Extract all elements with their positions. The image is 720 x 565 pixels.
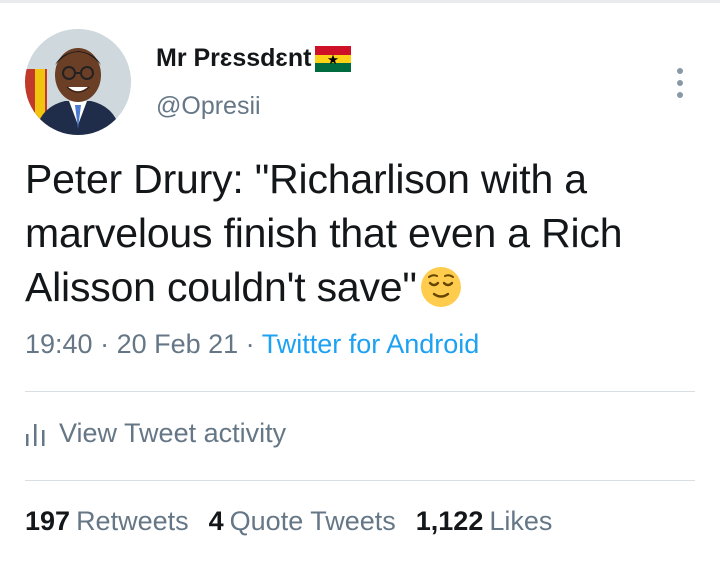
tweet-stats: 197 Retweets 4 Quote Tweets 1,122 Likes xyxy=(25,506,572,537)
meta-separator: · xyxy=(238,329,262,359)
avatar[interactable] xyxy=(25,29,131,135)
tweet-text-line-content: marvelous finish that even a Rich xyxy=(25,210,623,256)
retweets-count: 197 xyxy=(25,506,71,536)
quote-tweets-stat[interactable]: 4 Quote Tweets xyxy=(209,506,396,536)
likes-label: Likes xyxy=(489,506,553,536)
avatar-image xyxy=(25,29,131,135)
author-display-name[interactable]: Mr Prɛssdɛnt xyxy=(156,44,352,73)
vertical-ellipsis-icon[interactable] xyxy=(670,66,690,100)
tweet-text: Peter Drury: "Richarlison with a marvelo… xyxy=(25,152,705,314)
likes-count: 1,122 xyxy=(415,506,484,536)
tweet-source-link[interactable]: Twitter for Android xyxy=(262,329,480,359)
divider xyxy=(25,480,695,481)
view-tweet-activity-label: View Tweet activity xyxy=(59,418,287,448)
tweet-time[interactable]: 19:40 xyxy=(25,329,93,359)
bar-chart-icon xyxy=(26,423,45,446)
tweet-text-line: Alisson couldn't save" xyxy=(25,260,705,314)
relieved-face-emoji xyxy=(420,267,461,307)
top-divider xyxy=(0,0,720,3)
author-handle[interactable]: @Opresii xyxy=(156,92,261,121)
meta-separator: · xyxy=(92,329,117,359)
quote-tweets-label: Quote Tweets xyxy=(229,506,396,536)
tweet-text-line: marvelous finish that even a Rich xyxy=(25,206,705,260)
author-name-text: Mr Prɛssdɛnt xyxy=(156,44,312,72)
view-tweet-activity-button[interactable]: View Tweet activity xyxy=(25,418,286,449)
ghana-flag-icon xyxy=(315,45,352,72)
divider xyxy=(25,391,695,392)
retweets-label: Retweets xyxy=(76,506,189,536)
tweet-date[interactable]: 20 Feb 21 xyxy=(117,329,239,359)
tweet-text-line-content: Alisson couldn't save" xyxy=(25,264,417,310)
quote-tweets-count: 4 xyxy=(208,506,224,536)
tweet-meta: 19:40 · 20 Feb 21 · Twitter for Android xyxy=(25,329,479,360)
retweets-stat[interactable]: 197 Retweets xyxy=(25,506,189,536)
tweet-text-line: Peter Drury: "Richarlison with a xyxy=(25,156,587,202)
likes-stat[interactable]: 1,122 Likes xyxy=(416,506,553,536)
